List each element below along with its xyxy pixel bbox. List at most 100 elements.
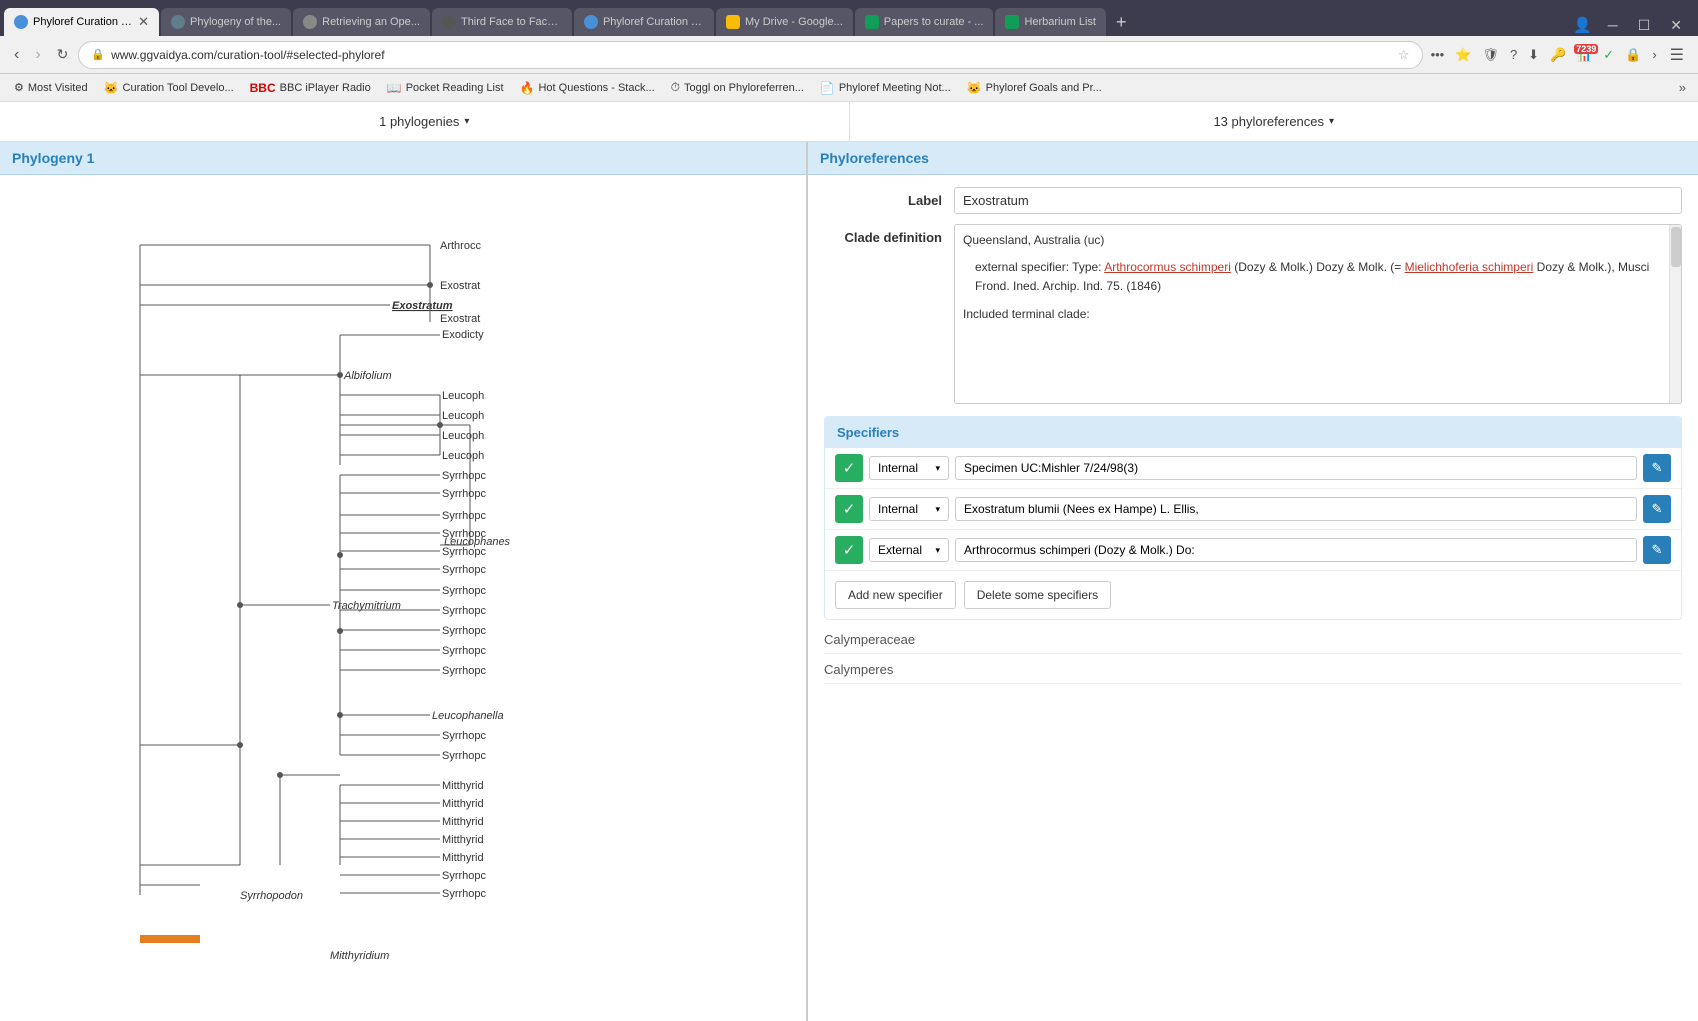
specifier-type-dropdown-2[interactable]: Internal ▾ xyxy=(869,497,949,521)
bookmark-label-0: Most Visited xyxy=(28,82,88,94)
bookmarks-more-icon[interactable]: » xyxy=(1673,78,1692,97)
bookmark-label-7: Phyloref Goals and Pr... xyxy=(986,82,1102,94)
specifier-edit-2[interactable]: ✎ xyxy=(1643,495,1671,523)
tab-favicon-5 xyxy=(584,15,598,29)
tab-favicon-1 xyxy=(14,15,28,29)
label-input[interactable] xyxy=(954,187,1682,214)
tab-label-6: My Drive - Google... xyxy=(745,16,843,28)
close-window-button[interactable]: ✕ xyxy=(1662,15,1690,36)
bookmark-label-3: Pocket Reading List xyxy=(406,82,504,94)
specifier-edit-3[interactable]: ✎ xyxy=(1643,536,1671,564)
phyloreferences-dropdown[interactable]: 13 phyloreferences ▾ xyxy=(1213,114,1334,129)
browser-chrome: Phyloref Curation T... ✕ Phylogeny of th… xyxy=(0,0,1698,102)
bookmark-bbc[interactable]: BBC BBC iPlayer Radio xyxy=(242,79,379,97)
label-syrrhopc15: Syrrhopc xyxy=(442,888,487,900)
label-syrrhopc1: Syrrhopc xyxy=(442,470,487,482)
phylogeny-panel: Phylogeny 1 Syrrhopodon Mitthyridium Art… xyxy=(0,142,808,1021)
tab-favicon-6 xyxy=(726,15,740,29)
bbc-icon: BBC xyxy=(250,81,276,95)
add-tab-button[interactable]: + xyxy=(1108,8,1135,36)
tab-label-5: Phyloref Curation Too... xyxy=(603,16,704,28)
specifier-type-label-3: External xyxy=(878,543,922,557)
arthrocormus-link[interactable]: Arthrocormus schimperi xyxy=(1104,260,1231,274)
label-exostratum2: Exostrat xyxy=(440,313,480,325)
address-bar[interactable]: 🔒 www.ggvaidya.com/curation-tool/#select… xyxy=(78,41,1422,69)
tab-2[interactable]: Phylogeny of the... xyxy=(161,8,291,36)
specifier-check-2: ✓ xyxy=(835,495,863,523)
label-syrrhopc10: Syrrhopc xyxy=(442,645,487,657)
label-syrrhopodon: Syrrhopodon xyxy=(240,890,303,902)
tab-label-4: Third Face to Face... xyxy=(461,16,562,28)
specifier-type-dropdown-3[interactable]: External ▾ xyxy=(869,538,949,562)
label-mitthyrid1: Mitthyrid xyxy=(442,780,484,792)
label-syrrhopc8: Syrrhopc xyxy=(442,605,487,617)
toolbar: 1 phylogenies ▾ 13 phyloreferences ▾ xyxy=(0,102,1698,142)
tab-4[interactable]: Third Face to Face... xyxy=(432,8,572,36)
tab-6[interactable]: My Drive - Google... xyxy=(716,8,853,36)
minimize-button[interactable]: ─ xyxy=(1600,15,1626,35)
bookmark-hot-questions[interactable]: 🔥 Hot Questions - Stack... xyxy=(512,79,663,97)
tab-3[interactable]: Retrieving an Ope... xyxy=(293,8,430,36)
extension-icon-3[interactable]: 🔒 xyxy=(1621,45,1645,65)
tab-close-1[interactable]: ✕ xyxy=(138,14,149,30)
tab-label-1: Phyloref Curation T... xyxy=(33,16,132,28)
bookmark-most-visited[interactable]: ⚙ Most Visited xyxy=(6,79,96,96)
forward-button[interactable]: › xyxy=(29,43,46,67)
reload-button[interactable]: ↻ xyxy=(51,43,75,66)
mielichhoferia-link[interactable]: Mielichhoferia schimperi xyxy=(1405,260,1534,274)
specifier-value-1: Specimen UC:Mishler 7/24/98(3) xyxy=(955,456,1637,480)
bookmark-pocket[interactable]: 📖 Pocket Reading List xyxy=(379,79,512,97)
bookmark-curation[interactable]: 🐱 Curation Tool Develo... xyxy=(96,79,242,97)
tab-5[interactable]: Phyloref Curation Too... xyxy=(574,8,714,36)
address-star-icon[interactable]: ☆ xyxy=(1398,47,1410,63)
family-label: Calymperaceae xyxy=(824,632,1682,654)
hamburger-icon[interactable]: ☰ xyxy=(1664,43,1690,67)
specifier-type-dropdown-1[interactable]: Internal ▾ xyxy=(869,456,949,480)
add-specifier-button[interactable]: Add new specifier xyxy=(835,581,956,609)
dropdown-chevron-3: ▾ xyxy=(935,545,940,556)
extension-icon-1[interactable]: 📊 7239 xyxy=(1573,46,1596,64)
user-icon[interactable]: 👤 xyxy=(1569,14,1596,36)
password-icon[interactable]: 🔑 xyxy=(1546,44,1570,66)
tab-favicon-7 xyxy=(865,15,879,29)
lock-icon: 🔒 xyxy=(91,48,105,61)
back-button[interactable]: ‹ xyxy=(8,43,25,67)
phyloreferences-chevron: ▾ xyxy=(1329,116,1334,127)
extension-badge: 7239 xyxy=(1574,44,1598,54)
phyloreferences-header: Phyloreferences xyxy=(808,142,1698,175)
more-tools-icon[interactable]: ••• xyxy=(1427,44,1449,65)
specifier-row-3: ✓ External ▾ Arthrocormus schimperi (Doz… xyxy=(825,530,1681,571)
clade-scroll-track[interactable] xyxy=(1669,225,1681,403)
bookmark-star-icon[interactable]: ⭐ xyxy=(1451,44,1475,66)
specifier-edit-1[interactable]: ✎ xyxy=(1643,454,1671,482)
phylogenies-dropdown[interactable]: 1 phylogenies ▾ xyxy=(379,114,469,129)
clade-def-row: Clade definition Queensland, Australia (… xyxy=(824,224,1682,404)
tab-8[interactable]: Herbarium List xyxy=(995,8,1106,36)
genus-label: Calymperes xyxy=(824,662,1682,684)
tab-7[interactable]: Papers to curate - ... xyxy=(855,8,994,36)
label-mitthyrid4: Mitthyrid xyxy=(442,834,484,846)
bookmarks-bar: ⚙ Most Visited 🐱 Curation Tool Develo...… xyxy=(0,74,1698,102)
bookmark-phyloref-notes[interactable]: 📄 Phyloref Meeting Not... xyxy=(812,79,959,97)
clade-def-content[interactable]: Queensland, Australia (uc) external spec… xyxy=(954,224,1682,404)
tab-bar: Phyloref Curation T... ✕ Phylogeny of th… xyxy=(0,0,1698,36)
maximize-button[interactable]: ☐ xyxy=(1630,15,1659,36)
tab-favicon-2 xyxy=(171,15,185,29)
phylogenies-section: 1 phylogenies ▾ xyxy=(0,102,850,141)
phylogenies-chevron: ▾ xyxy=(464,116,469,127)
clade-scroll-thumb[interactable] xyxy=(1671,227,1681,267)
downloads-icon[interactable]: ⬇ xyxy=(1524,44,1543,66)
help-icon[interactable]: ? xyxy=(1506,44,1521,65)
label-syrrhopc9: Syrrhopc xyxy=(442,625,487,637)
bookmark-toggl[interactable]: ⏱ Toggl on Phyloreferren... xyxy=(663,78,812,97)
delete-specifiers-button[interactable]: Delete some specifiers xyxy=(964,581,1111,609)
dropdown-chevron-2: ▾ xyxy=(935,504,940,515)
more-extensions-icon[interactable]: › xyxy=(1648,45,1660,64)
tab-label-3: Retrieving an Ope... xyxy=(322,16,420,28)
address-text: www.ggvaidya.com/curation-tool/#selected… xyxy=(111,48,1392,62)
shield-icon[interactable]: 🛡 xyxy=(1478,44,1503,66)
bookmark-label-1: Curation Tool Develo... xyxy=(123,82,234,94)
tab-1[interactable]: Phyloref Curation T... ✕ xyxy=(4,8,159,36)
extension-icon-2[interactable]: ✓ xyxy=(1599,45,1618,65)
bookmark-phyloref-goals[interactable]: 🐱 Phyloref Goals and Pr... xyxy=(959,79,1110,97)
